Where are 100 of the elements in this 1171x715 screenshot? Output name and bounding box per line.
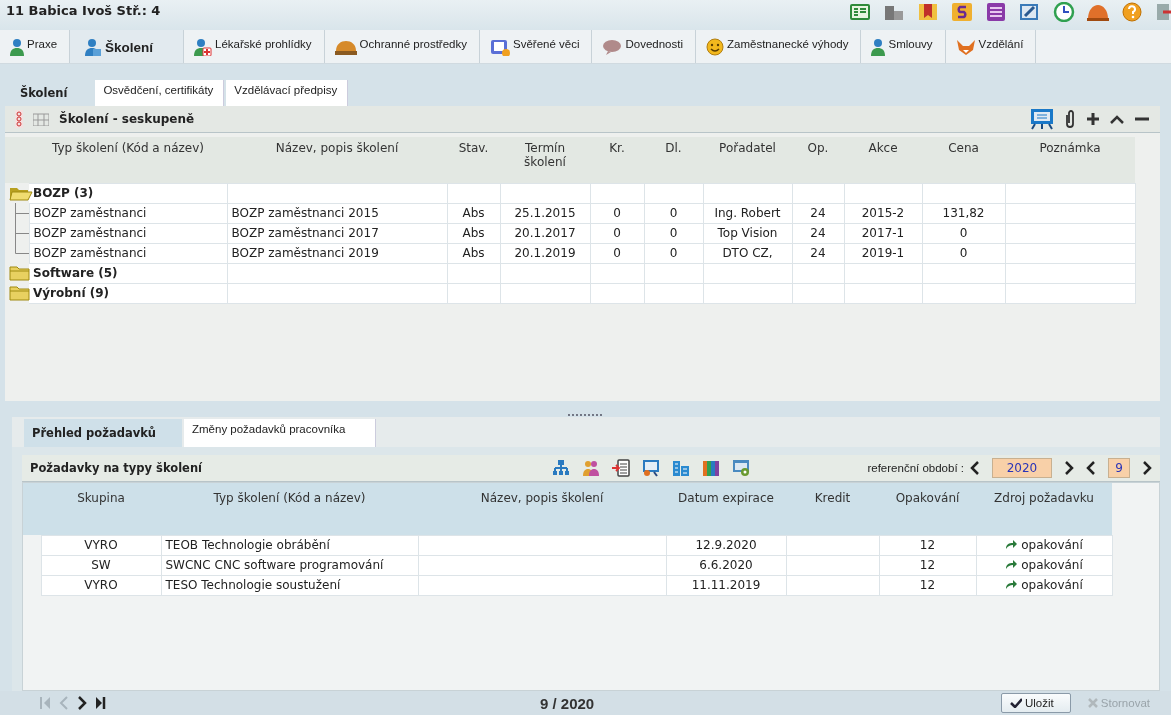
clock-icon[interactable]	[1053, 1, 1075, 22]
chevron-right-icon[interactable]	[1142, 460, 1152, 475]
table-cell: opakování	[1021, 538, 1083, 553]
tab[interactable]: Školení	[12, 79, 94, 106]
presentation-icon[interactable]	[642, 458, 660, 477]
tab[interactable]: Přehled požadavků	[24, 418, 182, 447]
table-cell: 12	[919, 538, 936, 553]
table-cell: 12	[919, 578, 936, 593]
tab[interactable]: Zaměstnanecké výhody	[696, 29, 862, 64]
table-cell: 0	[669, 206, 678, 221]
chevron-right-icon[interactable]	[1064, 460, 1074, 475]
folder-icon[interactable]	[9, 285, 33, 302]
people-icon[interactable]	[582, 458, 600, 477]
save-button[interactable]: Uložit	[1001, 693, 1071, 714]
column-header: Název, popis školení	[275, 140, 399, 155]
tab[interactable]: Vzdělávací předpisy	[226, 79, 349, 106]
group-label: BOZP (3)	[33, 186, 94, 201]
check-icon	[1010, 698, 1022, 709]
tab[interactable]: Smlouvy	[861, 29, 946, 64]
next-icon[interactable]	[76, 696, 88, 711]
table-cell: 20.1.2019	[514, 246, 576, 261]
column-header: Kredit	[786, 482, 879, 536]
table-cell: 6.6.2020	[699, 558, 753, 573]
table-cell: 0	[959, 246, 968, 261]
table-cell: 24	[810, 206, 826, 221]
table-cell: opakování	[1021, 578, 1083, 593]
exit-icon[interactable]	[1155, 1, 1171, 22]
cross-icon	[1087, 698, 1098, 709]
table-cell: 0	[613, 226, 621, 241]
period-label: referenční období :	[867, 461, 964, 474]
medical-person-icon	[194, 37, 213, 56]
window-title: 11 Babica Ivoš Stř.: 4	[6, 3, 162, 19]
column-header: Zdroj požadavku	[976, 482, 1112, 536]
dollar-icon[interactable]	[951, 1, 973, 22]
tab[interactable]: Ochranné prostředky	[324, 29, 480, 64]
collapse-icon[interactable]	[1110, 113, 1124, 124]
column-header: Dl.	[665, 140, 682, 155]
year-field[interactable]: 2020	[992, 457, 1052, 478]
settings-window-icon[interactable]	[732, 458, 750, 477]
column-header: Cena	[948, 140, 979, 155]
table-cell: Abs	[462, 246, 485, 261]
table-cell: 131,82	[942, 206, 985, 221]
table-cell: SW	[91, 558, 111, 573]
tab[interactable]: Změny požadavků pracovníka	[184, 418, 377, 447]
table-cell: opakování	[1021, 558, 1083, 573]
group-label: Výrobní (9)	[33, 286, 109, 301]
table-cell: 2017-1	[861, 226, 905, 241]
table-cell: 24	[810, 226, 826, 241]
table-cell: BOZP zaměstnanci 2017	[231, 226, 379, 241]
table-cell: 0	[613, 206, 621, 221]
table-cell: 12.9.2020	[695, 538, 757, 553]
tab[interactable]: Lékařské prohlídky	[184, 29, 325, 64]
tab[interactable]: Vzdělání	[945, 29, 1037, 64]
panel-title: Školení - seskupeně	[59, 111, 195, 126]
tab[interactable]: Školení	[70, 29, 185, 64]
column-header: Termín školení	[523, 140, 567, 169]
table-cell: BOZP zaměstnanci 2019	[231, 246, 379, 261]
splitter-grip[interactable]	[567, 413, 604, 418]
bookmark-icon[interactable]	[917, 1, 939, 22]
table-cell: DTO CZ,	[722, 246, 773, 261]
tab[interactable]: Dovednosti	[592, 29, 696, 64]
last-page-icon[interactable]	[94, 696, 106, 711]
table-cell: 24	[810, 246, 826, 261]
table-cell: BOZP zaměstnanci	[33, 206, 147, 221]
abacus-icon[interactable]	[15, 109, 23, 128]
table-cell: 0	[669, 226, 678, 241]
column-header: Název, popis školení	[418, 482, 666, 536]
column-header: Kr.	[609, 140, 625, 155]
table-cell: TEOB Technologie obrábění	[165, 538, 330, 553]
arrow-icon	[1005, 580, 1018, 591]
buildings-icon[interactable]	[672, 458, 690, 477]
monitor-icon[interactable]	[1030, 107, 1054, 130]
help-icon[interactable]	[1121, 1, 1143, 22]
month-field[interactable]: 9	[1108, 457, 1130, 478]
tab[interactable]: Svěřené věci	[480, 29, 593, 64]
tab[interactable]: Osvědčení, certifikáty	[95, 79, 225, 106]
edit-icon[interactable]	[1019, 1, 1041, 22]
import-icon[interactable]	[612, 458, 630, 477]
chevron-left-icon[interactable]	[970, 460, 980, 475]
column-header: Poznámka	[1039, 140, 1101, 155]
table-cell: BOZP zaměstnanci 2015	[231, 206, 379, 221]
chevron-left-icon[interactable]	[1086, 460, 1096, 475]
column-header: Op.	[807, 140, 829, 155]
table-cell: BOZP zaměstnanci	[33, 226, 147, 241]
column-header: Typ školení (Kód a název)	[52, 140, 204, 155]
hierarchy-icon[interactable]	[552, 458, 570, 477]
table-cell: Abs	[462, 206, 485, 221]
table-cell: 2015-2	[861, 206, 905, 221]
column-header: Datum expirace	[666, 482, 786, 536]
paperclip-icon[interactable]	[1064, 108, 1076, 129]
binders-icon[interactable]	[702, 458, 720, 477]
table-cell: Top Vision	[717, 226, 778, 241]
plus-icon[interactable]	[1086, 111, 1100, 126]
column-header: Typ školení (Kód a název)	[161, 482, 418, 536]
list-icon[interactable]	[985, 1, 1007, 22]
book-icon	[490, 37, 510, 56]
id-card-icon[interactable]	[849, 1, 871, 22]
folder-icon[interactable]	[9, 265, 33, 282]
arrow-icon	[1005, 560, 1018, 571]
person-icon	[871, 37, 886, 56]
